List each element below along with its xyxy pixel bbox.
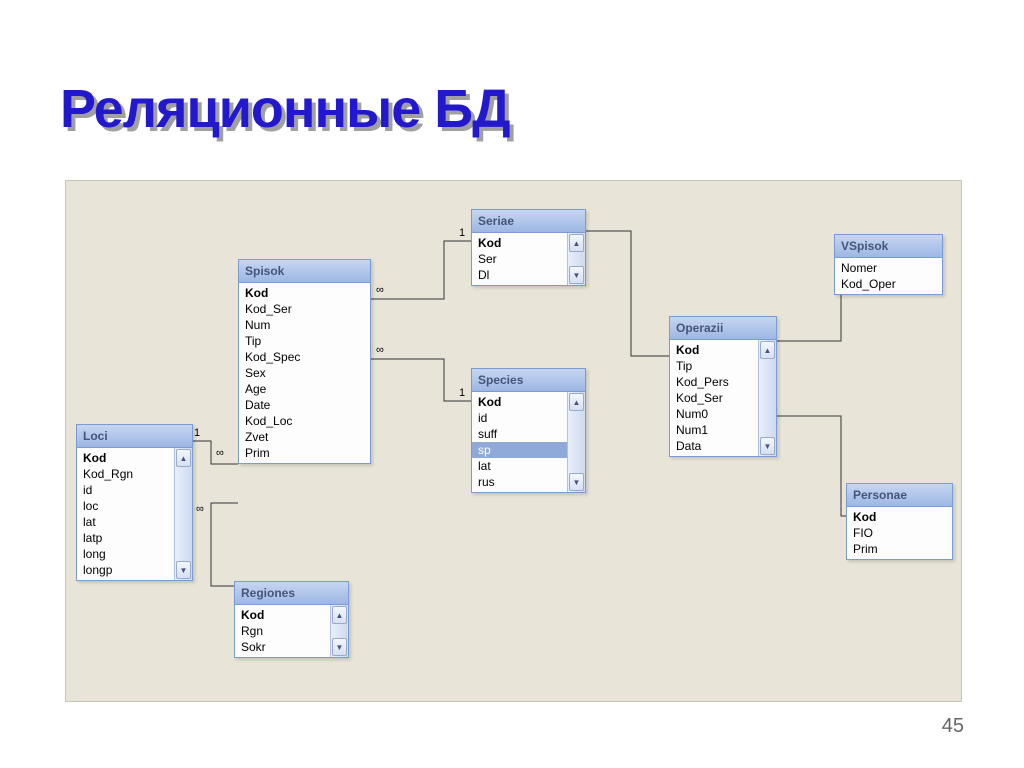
scrollbar[interactable]: ▲ ▼	[174, 448, 192, 580]
page-number: 45	[942, 715, 964, 738]
scroll-up-icon[interactable]: ▲	[332, 606, 347, 624]
scroll-down-icon[interactable]: ▼	[569, 266, 584, 284]
entity-header: Seriae	[472, 210, 585, 233]
scrollbar[interactable]: ▲ ▼	[567, 233, 585, 285]
field[interactable]: Kod_Pers	[670, 374, 758, 390]
scrollbar[interactable]: ▲ ▼	[758, 340, 776, 456]
card-inf: ∞	[196, 503, 204, 515]
field[interactable]: id	[77, 482, 174, 498]
entity-header: Species	[472, 369, 585, 392]
field[interactable]: Kod_Loc	[239, 413, 370, 429]
field[interactable]: Sokr	[235, 639, 330, 655]
entity-header: Loci	[77, 425, 192, 448]
field-list: Kod Kod_Rgn id loc lat latp long longp	[77, 448, 174, 580]
field[interactable]: Num	[239, 317, 370, 333]
field[interactable]: rus	[472, 474, 567, 490]
field-list: Kod id suff sp lat rus	[472, 392, 567, 492]
entity-regiones[interactable]: Regiones Kod Rgn Sokr ▲ ▼	[234, 581, 349, 658]
card-inf: ∞	[376, 344, 384, 356]
entity-header: Operazii	[670, 317, 776, 340]
field[interactable]: Kod_Oper	[835, 276, 942, 292]
field[interactable]: longp	[77, 562, 174, 578]
field-pk[interactable]: Kod	[472, 235, 567, 251]
field-pk[interactable]: Kod	[847, 509, 952, 525]
entity-vspisok[interactable]: VSpisok Nomer Kod_Oper	[834, 234, 943, 295]
field-pk[interactable]: Kod	[77, 450, 174, 466]
field[interactable]: Dl	[472, 267, 567, 283]
scroll-up-icon[interactable]: ▲	[569, 393, 584, 411]
card-inf: ∞	[376, 284, 384, 296]
field-list: Kod Ser Dl	[472, 233, 567, 285]
entity-header: Spisok	[239, 260, 370, 283]
field[interactable]: FIO	[847, 525, 952, 541]
scroll-up-icon[interactable]: ▲	[569, 234, 584, 252]
entity-header: Personae	[847, 484, 952, 507]
field-pk[interactable]: Kod	[239, 285, 370, 301]
field[interactable]: Ser	[472, 251, 567, 267]
field[interactable]: Date	[239, 397, 370, 413]
scroll-down-icon[interactable]: ▼	[332, 638, 347, 656]
field[interactable]: Num0	[670, 406, 758, 422]
field[interactable]: latp	[77, 530, 174, 546]
field[interactable]: loc	[77, 498, 174, 514]
field[interactable]: id	[472, 410, 567, 426]
field[interactable]: Age	[239, 381, 370, 397]
entity-seriae[interactable]: Seriae Kod Ser Dl ▲ ▼	[471, 209, 586, 286]
field[interactable]: Rgn	[235, 623, 330, 639]
field-pk[interactable]: Kod	[235, 607, 330, 623]
diagram-canvas: 1 ∞ ∞ 1 ∞ 1 ∞ 1 Loci Kod Kod_Rgn id loc …	[65, 180, 962, 702]
field[interactable]: Data	[670, 438, 758, 454]
field[interactable]: Tip	[239, 333, 370, 349]
field[interactable]: Sex	[239, 365, 370, 381]
field[interactable]: Kod_Rgn	[77, 466, 174, 482]
field-list: Kod Rgn Sokr	[235, 605, 330, 657]
field[interactable]: Prim	[847, 541, 952, 557]
entity-header: Regiones	[235, 582, 348, 605]
field-list: Kod Kod_Ser Num Tip Kod_Spec Sex Age Dat…	[239, 283, 370, 463]
field[interactable]: Prim	[239, 445, 370, 461]
field[interactable]: Tip	[670, 358, 758, 374]
field-list: Nomer Kod_Oper	[835, 258, 942, 294]
field[interactable]: Nomer	[835, 260, 942, 276]
card-one: 1	[194, 427, 200, 439]
card-inf: ∞	[216, 447, 224, 459]
field-list: Kod Tip Kod_Pers Kod_Ser Num0 Num1 Data	[670, 340, 758, 456]
field[interactable]: lat	[77, 514, 174, 530]
scroll-up-icon[interactable]: ▲	[760, 341, 775, 359]
scrollbar[interactable]: ▲ ▼	[330, 605, 348, 657]
field-selected[interactable]: sp	[472, 442, 567, 458]
field-pk[interactable]: Kod	[670, 342, 758, 358]
field[interactable]: suff	[472, 426, 567, 442]
scroll-down-icon[interactable]: ▼	[569, 473, 584, 491]
field-pk[interactable]: Kod	[472, 394, 567, 410]
entity-spisok[interactable]: Spisok Kod Kod_Ser Num Tip Kod_Spec Sex …	[238, 259, 371, 464]
entity-personae[interactable]: Personae Kod FIO Prim	[846, 483, 953, 560]
field[interactable]: Zvet	[239, 429, 370, 445]
field[interactable]: lat	[472, 458, 567, 474]
scroll-down-icon[interactable]: ▼	[760, 437, 775, 455]
slide-title: Реляционные БД	[60, 78, 510, 140]
entity-loci[interactable]: Loci Kod Kod_Rgn id loc lat latp long lo…	[76, 424, 193, 581]
scrollbar[interactable]: ▲ ▼	[567, 392, 585, 492]
entity-species[interactable]: Species Kod id suff sp lat rus ▲ ▼	[471, 368, 586, 493]
field[interactable]: Num1	[670, 422, 758, 438]
field[interactable]: Kod_Spec	[239, 349, 370, 365]
scroll-up-icon[interactable]: ▲	[176, 449, 191, 467]
entity-header: VSpisok	[835, 235, 942, 258]
field[interactable]: Kod_Ser	[239, 301, 370, 317]
field[interactable]: Kod_Ser	[670, 390, 758, 406]
field-list: Kod FIO Prim	[847, 507, 952, 559]
scroll-down-icon[interactable]: ▼	[176, 561, 191, 579]
card-one: 1	[459, 227, 465, 239]
field[interactable]: long	[77, 546, 174, 562]
entity-operazii[interactable]: Operazii Kod Tip Kod_Pers Kod_Ser Num0 N…	[669, 316, 777, 457]
card-one: 1	[459, 387, 465, 399]
